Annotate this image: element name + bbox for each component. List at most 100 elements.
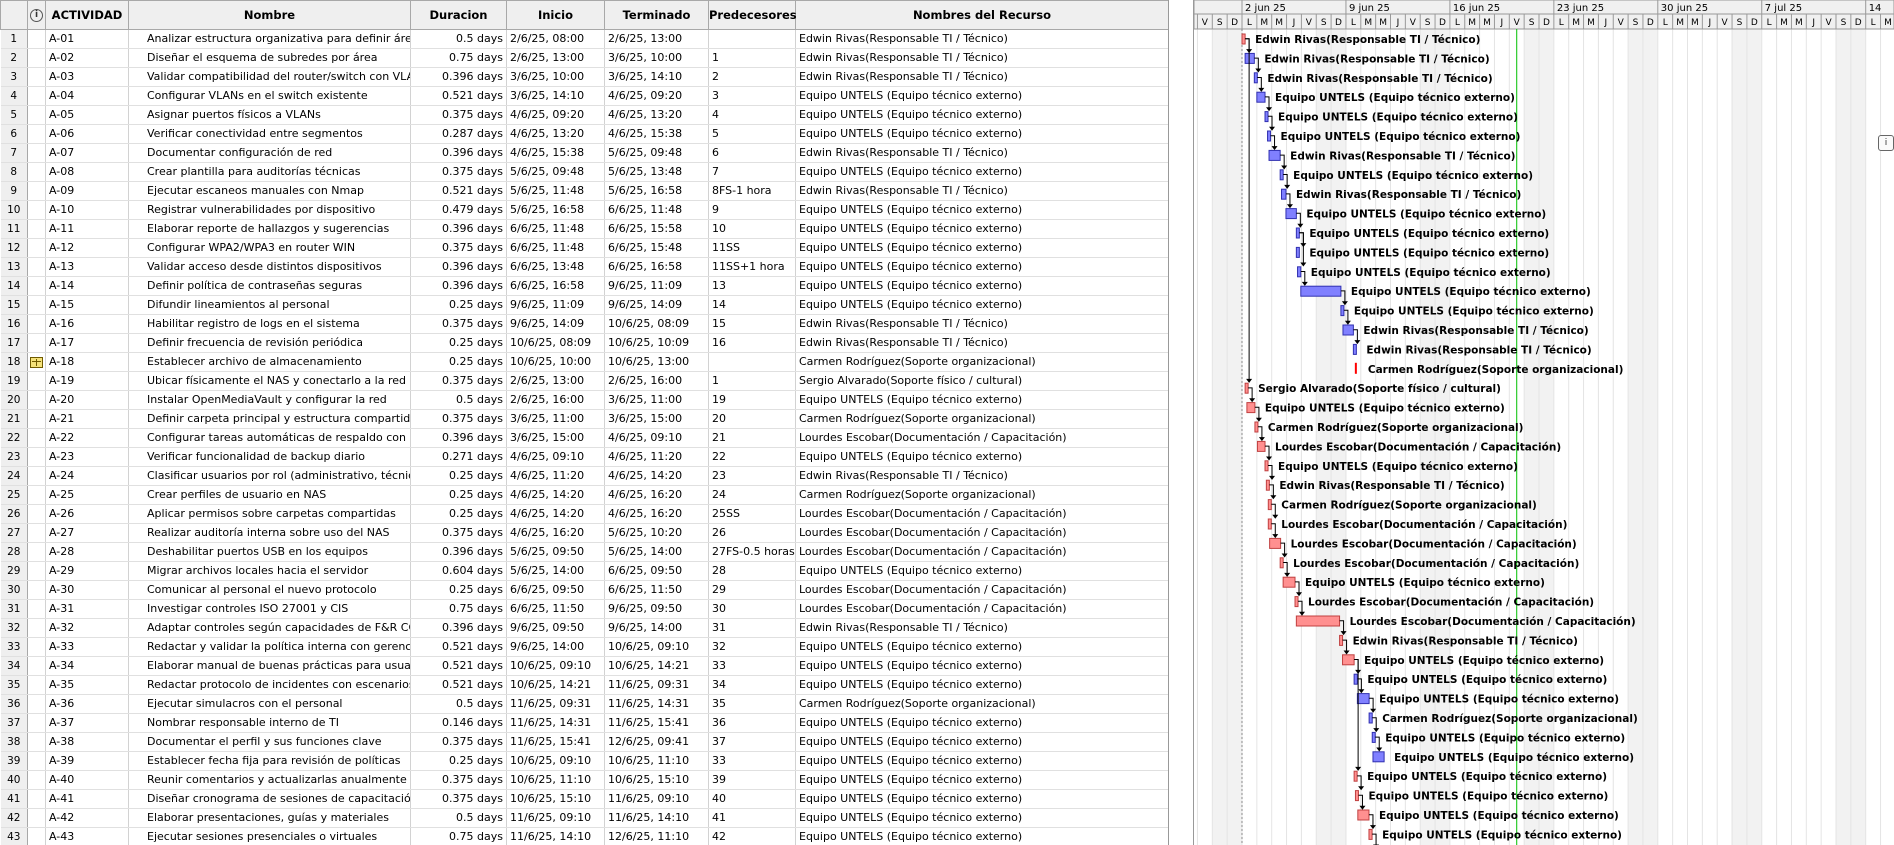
task-row[interactable]: 29 A-29 Migrar archivos locales hacia el s… bbox=[0, 561, 1168, 581]
task-row[interactable]: 24 A-24 Clasificar usuarios por rol (admin… bbox=[0, 466, 1168, 486]
task-predecessors[interactable]: 8FS-1 hora bbox=[708, 181, 796, 201]
task-row[interactable]: 18 A-18 Establecer archivo de almacenamien… bbox=[0, 352, 1168, 372]
task-resources[interactable]: Equipo UNTELS (Equipo técnico externo) bbox=[795, 86, 1168, 106]
task-bar[interactable] bbox=[1300, 285, 1342, 297]
task-finish[interactable]: 10/6/25, 14:21 bbox=[604, 656, 709, 676]
row-number[interactable]: 28 bbox=[0, 542, 28, 562]
task-predecessors[interactable]: 6 bbox=[708, 143, 796, 163]
task-name[interactable]: Redactar protocolo de incidentes con esc… bbox=[128, 675, 411, 695]
task-duration[interactable]: 0.375 days bbox=[410, 162, 507, 182]
task-start[interactable]: 11/6/25, 14:10 bbox=[506, 827, 605, 845]
row-number[interactable]: 42 bbox=[0, 808, 28, 828]
task-predecessors[interactable]: 33 bbox=[708, 656, 796, 676]
task-duration[interactable]: 0.5 days bbox=[410, 29, 507, 49]
indicator-cell[interactable] bbox=[27, 789, 46, 809]
task-name[interactable]: Adaptar controles según capacidades de F… bbox=[128, 618, 411, 638]
task-name[interactable]: Nombrar responsable interno de TI bbox=[128, 713, 411, 733]
task-finish[interactable]: 6/6/25, 11:50 bbox=[604, 580, 709, 600]
row-number[interactable]: 20 bbox=[0, 390, 28, 410]
task-code[interactable]: A-43 bbox=[45, 827, 129, 845]
indicator-cell[interactable] bbox=[27, 447, 46, 467]
row-number[interactable]: 36 bbox=[0, 694, 28, 714]
task-row[interactable]: 3 A-03 Validar compatibilidad del router/s… bbox=[0, 67, 1168, 87]
task-start[interactable]: 10/6/25, 11:10 bbox=[506, 770, 605, 790]
task-bar[interactable] bbox=[1265, 479, 1270, 491]
task-predecessors[interactable]: 24 bbox=[708, 485, 796, 505]
task-duration[interactable]: 0.375 days bbox=[410, 770, 507, 790]
task-row[interactable]: 8 A-08 Crear plantilla para auditorías téc… bbox=[0, 162, 1168, 182]
task-bar[interactable] bbox=[1244, 52, 1255, 64]
task-resources[interactable]: Equipo UNTELS (Equipo técnico externo) bbox=[795, 162, 1168, 182]
task-predecessors[interactable]: 37 bbox=[708, 732, 796, 752]
indicator-cell[interactable] bbox=[27, 732, 46, 752]
task-finish[interactable]: 11/6/25, 14:10 bbox=[604, 808, 709, 828]
task-bar[interactable] bbox=[1295, 615, 1341, 627]
task-row[interactable]: 38 A-38 Documentar el perfil y sus funcion… bbox=[0, 732, 1168, 752]
task-duration[interactable]: 0.521 days bbox=[410, 181, 507, 201]
task-start[interactable]: 3/6/25, 15:00 bbox=[506, 428, 605, 448]
indicator-cell[interactable] bbox=[27, 29, 46, 49]
task-duration[interactable]: 0.75 days bbox=[410, 827, 507, 845]
task-duration[interactable]: 0.375 days bbox=[410, 105, 507, 125]
task-row[interactable]: 21 A-21 Definir carpeta principal y estruc… bbox=[0, 409, 1168, 429]
task-resources[interactable]: Equipo UNTELS (Equipo técnico externo) bbox=[795, 656, 1168, 676]
indicator-cell[interactable] bbox=[27, 561, 46, 581]
task-code[interactable]: A-29 bbox=[45, 561, 129, 581]
indicator-cell[interactable] bbox=[27, 67, 46, 87]
task-name[interactable]: Crear perfiles de usuario en NAS bbox=[128, 485, 411, 505]
task-duration[interactable]: 0.5 days bbox=[410, 694, 507, 714]
task-code[interactable]: A-13 bbox=[45, 257, 129, 277]
row-number[interactable]: 7 bbox=[0, 143, 28, 163]
task-start[interactable]: 6/6/25, 09:50 bbox=[506, 580, 605, 600]
task-row[interactable]: 13 A-13 Validar acceso desde distintos dis… bbox=[0, 257, 1168, 277]
row-number[interactable]: 19 bbox=[0, 371, 28, 391]
task-finish[interactable]: 2/6/25, 16:00 bbox=[604, 371, 709, 391]
task-name[interactable]: Establecer archivo de almacenamiento bbox=[128, 352, 411, 372]
task-predecessors[interactable]: 20 bbox=[708, 409, 796, 429]
task-predecessors[interactable]: 9 bbox=[708, 200, 796, 220]
task-name[interactable]: Registrar vulnerabilidades por dispositi… bbox=[128, 200, 411, 220]
task-row[interactable]: 17 A-17 Definir frecuencia de revisión per… bbox=[0, 333, 1168, 353]
task-name[interactable]: Validar acceso desde distintos dispositi… bbox=[128, 257, 411, 277]
task-finish[interactable]: 6/6/25, 11:48 bbox=[604, 200, 709, 220]
task-row[interactable]: 10 A-10 Registrar vulnerabilidades por dis… bbox=[0, 200, 1168, 220]
task-bar[interactable] bbox=[1267, 518, 1272, 530]
task-finish[interactable]: 4/6/25, 16:20 bbox=[604, 485, 709, 505]
indicator-cell[interactable] bbox=[27, 618, 46, 638]
indicator-cell[interactable] bbox=[27, 808, 46, 828]
task-name[interactable]: Redactar y validar la política interna c… bbox=[128, 637, 411, 657]
task-bar[interactable] bbox=[1356, 693, 1370, 705]
task-name[interactable]: Elaborar manual de buenas prácticas para… bbox=[128, 656, 411, 676]
task-row[interactable]: 43 A-43 Ejecutar sesiones presenciales o v… bbox=[0, 827, 1168, 845]
task-resources[interactable]: Equipo UNTELS (Equipo técnico externo) bbox=[795, 827, 1168, 845]
task-resources[interactable]: Equipo UNTELS (Equipo técnico externo) bbox=[795, 200, 1168, 220]
task-row[interactable]: 22 A-22 Configurar tareas automáticas de r… bbox=[0, 428, 1168, 448]
row-number[interactable]: 17 bbox=[0, 333, 28, 353]
task-predecessors[interactable]: 11SS bbox=[708, 238, 796, 258]
task-duration[interactable]: 0.521 days bbox=[410, 637, 507, 657]
indicator-cell[interactable] bbox=[27, 409, 46, 429]
row-number[interactable]: 34 bbox=[0, 656, 28, 676]
task-predecessors[interactable]: 1 bbox=[708, 371, 796, 391]
task-duration[interactable]: 0.25 days bbox=[410, 466, 507, 486]
task-finish[interactable]: 4/6/25, 09:10 bbox=[604, 428, 709, 448]
task-code[interactable]: A-24 bbox=[45, 466, 129, 486]
row-number[interactable]: 4 bbox=[0, 86, 28, 106]
info-icon[interactable]: i bbox=[1878, 135, 1894, 151]
task-duration[interactable]: 0.146 days bbox=[410, 713, 507, 733]
task-start[interactable]: 6/6/25, 11:48 bbox=[506, 219, 605, 239]
task-start[interactable]: 6/6/25, 11:50 bbox=[506, 599, 605, 619]
task-start[interactable]: 4/6/25, 14:20 bbox=[506, 504, 605, 524]
task-code[interactable]: A-17 bbox=[45, 333, 129, 353]
task-finish[interactable]: 2/6/25, 13:00 bbox=[604, 29, 709, 49]
task-duration[interactable]: 0.25 days bbox=[410, 751, 507, 771]
task-name[interactable]: Validar compatibilidad del router/switch… bbox=[128, 67, 411, 87]
task-resources[interactable]: Carmen Rodríguez(Soporte organizacional) bbox=[795, 352, 1168, 372]
row-number[interactable]: 13 bbox=[0, 257, 28, 277]
task-row[interactable]: 37 A-37 Nombrar responsable interno de TI 0… bbox=[0, 713, 1168, 733]
task-duration[interactable]: 0.375 days bbox=[410, 732, 507, 752]
task-start[interactable]: 2/6/25, 13:00 bbox=[506, 48, 605, 68]
task-finish[interactable]: 10/6/25, 09:10 bbox=[604, 637, 709, 657]
task-resources[interactable]: Lourdes Escobar(Documentación / Capacita… bbox=[795, 523, 1168, 543]
task-finish[interactable]: 11/6/25, 09:31 bbox=[604, 675, 709, 695]
